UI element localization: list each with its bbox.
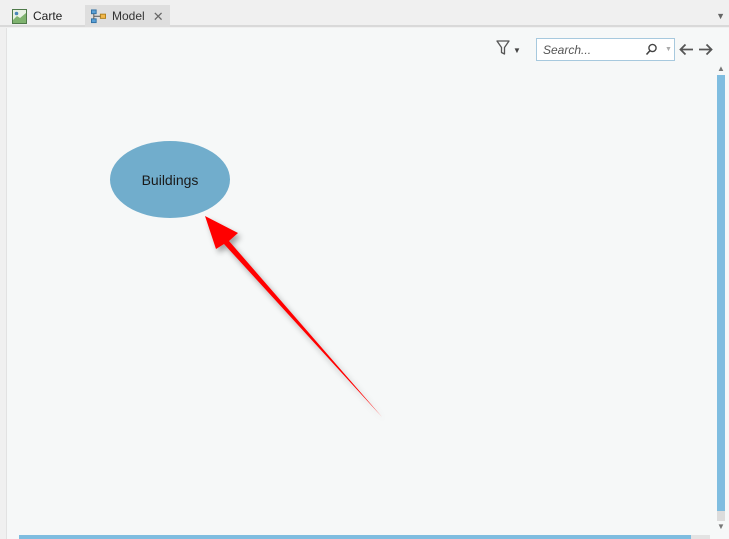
map-icon: [12, 8, 27, 24]
tab-overflow-chevron-down-icon[interactable]: ▼: [716, 11, 725, 21]
tab-carte[interactable]: Carte: [6, 5, 84, 27]
buildings-node[interactable]: Buildings: [110, 141, 230, 218]
back-arrow-icon[interactable]: [678, 41, 694, 57]
model-icon: [91, 8, 106, 24]
scroll-down-icon[interactable]: ▼: [717, 522, 725, 531]
filter-button[interactable]: ▼: [496, 39, 526, 61]
filter-icon: [496, 39, 510, 61]
close-icon[interactable]: ✕: [153, 10, 164, 23]
tab-bar: Carte Model ✕ ▼: [0, 0, 729, 27]
tab-label: Carte: [33, 9, 63, 23]
scrollbar-track[interactable]: [717, 511, 725, 521]
tab-model[interactable]: Model ✕: [85, 5, 170, 27]
vertical-scrollbar[interactable]: ▲ ▼: [716, 64, 726, 534]
model-canvas[interactable]: ▼ ▼ Buildings: [6, 28, 729, 539]
search-box[interactable]: ▼: [536, 38, 675, 61]
search-icon[interactable]: [645, 43, 659, 57]
tab-label: Model: [112, 9, 145, 23]
chevron-down-icon: ▼: [513, 45, 521, 55]
scroll-up-icon[interactable]: ▲: [717, 64, 725, 73]
horizontal-scrollbar-thumb[interactable]: [19, 535, 710, 539]
node-label: Buildings: [141, 171, 199, 188]
forward-arrow-icon[interactable]: [697, 41, 713, 57]
horizontal-scrollbar-track[interactable]: [691, 535, 710, 539]
search-options-chevron-down-icon[interactable]: ▼: [665, 46, 672, 53]
search-input[interactable]: [541, 41, 637, 58]
scrollbar-thumb[interactable]: [717, 75, 725, 511]
